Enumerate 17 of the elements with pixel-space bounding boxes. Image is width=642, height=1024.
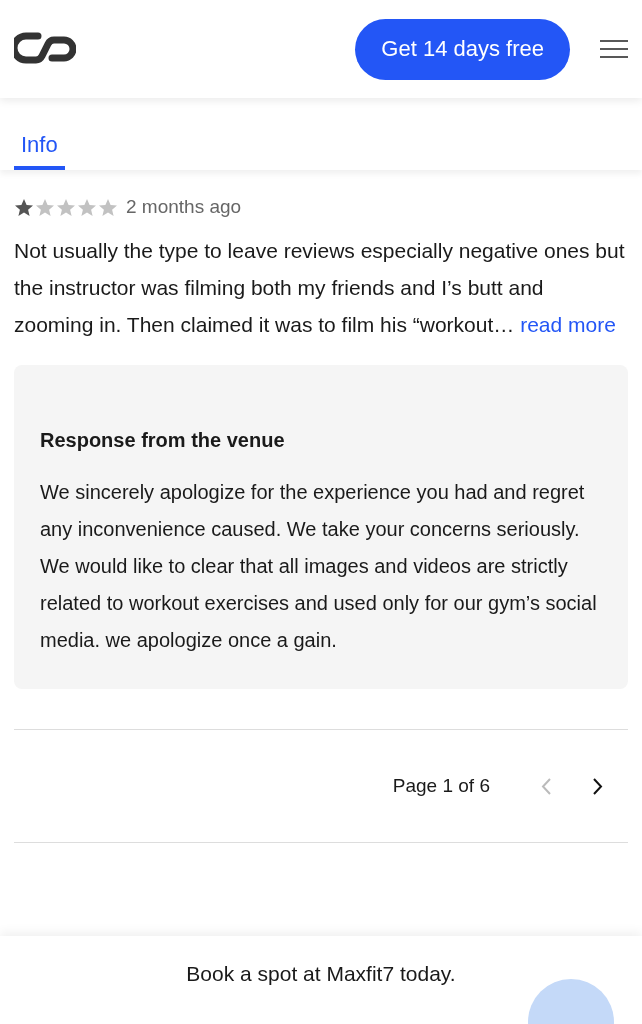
- tab[interactable]: Info: [14, 132, 65, 170]
- page-indicator: Page 1 of 6: [392, 775, 490, 797]
- star-icon: [77, 197, 97, 217]
- free-trial-button[interactable]: Get 14 days free: [355, 18, 570, 80]
- star-icon: [56, 197, 76, 217]
- chevron-right-icon: [593, 777, 603, 795]
- read-more-link[interactable]: read more: [520, 313, 616, 336]
- star-icon: [35, 197, 55, 217]
- star-icon: [98, 197, 118, 217]
- response-text: We sincerely apologize for the experience you had and regret any inconvenience caused. We take your concerns seriously. We would like to clear that all images and videos are strictly related to workout exercises and used only for our gym’s social media. we apologize once a gain.: [40, 480, 598, 653]
- star-icon: [14, 197, 34, 217]
- booking-prompt: Book a spot at Maxfit7 today.: [186, 962, 456, 987]
- menu-icon[interactable]: [600, 40, 628, 58]
- review-text: Not usually the type to leave reviews especially negative ones but the instructor was filming both my friends and I’s butt and zooming in. Then claimed it was to film his “workout… read more: [14, 238, 626, 338]
- response-heading: Response from the venue: [40, 429, 286, 452]
- chevron-left-icon: [541, 777, 551, 795]
- review-date: 2 months ago: [126, 196, 242, 218]
